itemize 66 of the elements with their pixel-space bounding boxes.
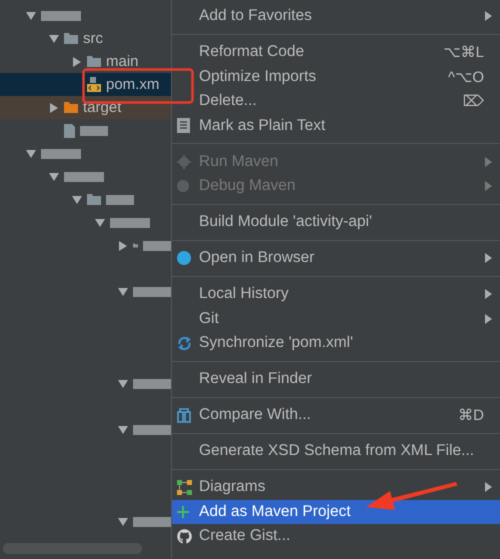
menu-item[interactable]: Optimize Imports ^⌥O: [172, 64, 500, 89]
menu-item[interactable]: Git: [172, 306, 500, 331]
shortcut-text: ⌦: [462, 92, 484, 110]
expanded-arrow-icon[interactable]: [72, 194, 82, 204]
plus-icon: [177, 506, 189, 518]
blurred-text: [133, 516, 171, 526]
blurred-text: [133, 286, 171, 296]
octocat-icon: [177, 528, 192, 544]
menu-item[interactable]: Reformat Code ⌥⌘L: [172, 40, 500, 64]
sync-icon: [177, 336, 192, 351]
tree-row[interactable]: target: [0, 96, 171, 119]
globe-icon: [177, 251, 191, 266]
tree-label: main: [106, 53, 139, 70]
gear-icon: [177, 154, 191, 169]
blurred-text: [41, 148, 81, 158]
shortcut-text: ⌘D: [458, 406, 484, 424]
blurred-text: [133, 424, 171, 434]
file-icon: [64, 124, 75, 138]
blurred-text: [64, 172, 104, 182]
compare-icon: [177, 408, 191, 423]
shortcut-text: ⌥⌘L: [443, 43, 484, 62]
blurred-text: [41, 10, 81, 20]
collapsed-arrow-icon[interactable]: [72, 56, 82, 66]
blurred-text: [143, 240, 171, 250]
folder-icon: [87, 56, 101, 67]
folder-icon: [87, 194, 101, 205]
tree-row[interactable]: src: [0, 27, 171, 50]
menu-item[interactable]: Add as Maven Project: [172, 500, 500, 524]
menu-item[interactable]: Open in Browser: [172, 246, 500, 270]
text-file-icon: [177, 118, 190, 134]
expanded-arrow-icon[interactable]: [49, 172, 59, 182]
xml-file-icon: [87, 77, 101, 92]
tree-row[interactable]: main: [0, 50, 171, 73]
diagram-icon: [177, 480, 192, 495]
expanded-arrow-icon[interactable]: [26, 148, 36, 158]
expanded-arrow-icon[interactable]: [95, 218, 105, 228]
menu-item[interactable]: Synchronize 'pom.xml': [172, 331, 500, 356]
blurred-text: [133, 378, 171, 388]
menu-item[interactable]: Add to Favorites: [172, 4, 500, 28]
expanded-arrow-icon[interactable]: [118, 286, 128, 296]
collapsed-arrow-icon[interactable]: [49, 102, 59, 112]
tree-label: pom.xm: [106, 76, 160, 93]
expanded-arrow-icon[interactable]: [118, 516, 128, 526]
expanded-arrow-icon[interactable]: [26, 10, 36, 20]
menu-item[interactable]: Delete... ⌦: [172, 89, 500, 114]
menu-item[interactable]: Build Module 'activity-api': [172, 210, 500, 234]
tree-label: target: [83, 99, 122, 116]
menu-item[interactable]: Local History: [172, 282, 500, 306]
menu-item[interactable]: Create Gist...: [172, 524, 500, 548]
blurred-text: [80, 126, 108, 136]
expanded-arrow-icon[interactable]: [49, 34, 59, 44]
expanded-arrow-icon[interactable]: [118, 424, 128, 434]
expanded-arrow-icon[interactable]: [118, 378, 128, 388]
shortcut-text: ^⌥O: [448, 68, 484, 86]
menu-item[interactable]: Compare With... ⌘D: [172, 403, 500, 428]
menu-item[interactable]: Reveal in Finder: [172, 367, 500, 392]
tree-row[interactable]: pom.xm: [0, 73, 171, 96]
tree-label: src: [83, 30, 103, 47]
folder-icon: [64, 102, 78, 113]
folder-icon: [64, 33, 78, 44]
menu-item[interactable]: Generate XSD Schema from XML File...: [172, 439, 500, 464]
blurred-text: [106, 194, 134, 204]
collapsed-arrow-icon[interactable]: [118, 240, 128, 250]
menu-item[interactable]: Mark as Plain Text: [172, 114, 500, 138]
blurred-text: [110, 218, 150, 228]
menu-item[interactable]: Diagrams: [172, 475, 500, 500]
